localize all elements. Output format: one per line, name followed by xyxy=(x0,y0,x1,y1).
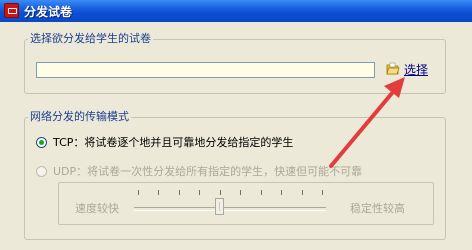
udp-radio-option[interactable]: UDP：将试卷一次性分发给所有指定的学生，快速但可能不可靠 xyxy=(36,163,362,179)
dialog-window: 分发试卷 选择欲分发给学生的试卷 选择 网络分发的传输模式 TCP：将试卷逐个地… xyxy=(0,0,472,250)
slider-tick xyxy=(138,190,139,195)
slider-tick xyxy=(199,190,201,195)
app-icon[interactable] xyxy=(4,3,19,18)
slider-tick xyxy=(240,190,242,195)
file-path-input[interactable] xyxy=(36,62,375,78)
slider-tick xyxy=(178,190,180,195)
pick-file-label: 选择 xyxy=(404,62,429,77)
mode-group-label: 网络分发的传输模式 xyxy=(28,108,131,124)
slider-tick xyxy=(219,190,221,195)
slider-tick xyxy=(158,190,160,195)
slider-tick xyxy=(281,190,283,195)
tcp-radio-option[interactable]: TCP：将试卷逐个地并且可靠地分发给指定的学生 xyxy=(36,134,293,150)
slider-right-label: 稳定性较高 xyxy=(350,202,405,215)
slider-thumb[interactable] xyxy=(214,198,224,215)
window-title: 分发试卷 xyxy=(24,5,73,19)
slider-tick xyxy=(301,190,303,195)
udp-radio[interactable] xyxy=(36,165,47,177)
tcp-radio-label: TCP：将试卷逐个地并且可靠地分发给指定的学生 xyxy=(53,136,294,149)
folder-open-icon xyxy=(386,62,400,75)
slider-tick xyxy=(322,190,323,195)
tcp-radio[interactable] xyxy=(36,136,47,148)
slider-left-label: 速度较快 xyxy=(75,202,119,215)
titlebar[interactable]: 分发试卷 xyxy=(0,0,472,22)
pick-file-button[interactable]: 选择 xyxy=(386,60,428,78)
file-group-label: 选择欲分发给学生的试卷 xyxy=(28,30,153,46)
udp-radio-label: UDP：将试卷一次性分发给所有指定的学生，快速但可能不可靠 xyxy=(53,165,363,178)
slider-track[interactable] xyxy=(134,207,326,211)
slider-tick xyxy=(260,190,262,195)
